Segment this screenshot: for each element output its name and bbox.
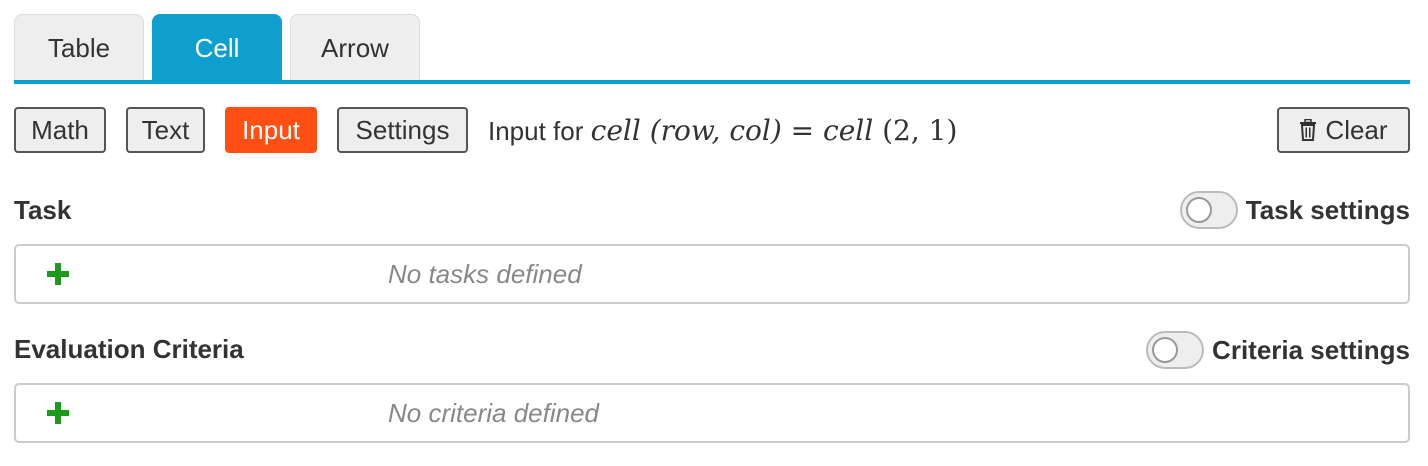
add-criteria-plus-icon[interactable] (44, 396, 72, 430)
settings-button[interactable]: Settings (337, 107, 468, 153)
criteria-settings-toggle[interactable] (1146, 331, 1205, 369)
trash-icon (1300, 119, 1317, 141)
formula-cell-right: cell (823, 114, 874, 147)
criteria-title: Evaluation Criteria (14, 334, 244, 364)
criteria-panel: No criteria defined (14, 383, 1410, 443)
tab-table[interactable]: Table (14, 14, 144, 80)
formula-equals: = (790, 114, 815, 147)
toggle-knob (1185, 197, 1212, 223)
clear-label: Clear (1325, 115, 1388, 145)
task-panel: No tasks defined (14, 244, 1410, 304)
task-settings-toggle[interactable] (1179, 191, 1238, 229)
criteria-settings-toggle-group: Criteria settings (1146, 331, 1410, 369)
input-button[interactable]: Input (225, 107, 317, 153)
cell-info-prefix: Input for (488, 116, 584, 146)
toggle-knob (1152, 337, 1179, 363)
formula-args: (row, col) (649, 114, 782, 147)
add-task-plus-icon[interactable] (44, 257, 72, 291)
cell-info: Input for cell (row, col) = cell (2, 1) (488, 109, 957, 153)
task-empty-message: No tasks defined (388, 259, 582, 289)
tab-arrow[interactable]: Arrow (290, 14, 420, 80)
math-button[interactable]: Math (14, 107, 106, 153)
criteria-settings-label: Criteria settings (1212, 334, 1410, 365)
cell-info-formula: cell (row, col) = cell (2, 1) (591, 114, 958, 147)
formula-cell-left: cell (590, 114, 641, 147)
criteria-empty-message: No criteria defined (388, 398, 599, 428)
task-settings-label: Task settings (1245, 194, 1410, 225)
clear-button[interactable]: Clear (1277, 107, 1410, 153)
text-button[interactable]: Text (126, 107, 205, 153)
tab-cell[interactable]: Cell (152, 14, 282, 80)
task-title: Task (14, 195, 72, 225)
formula-values: (2, 1) (882, 114, 958, 147)
tab-underline (14, 80, 1410, 84)
task-settings-toggle-group: Task settings (1179, 191, 1410, 229)
